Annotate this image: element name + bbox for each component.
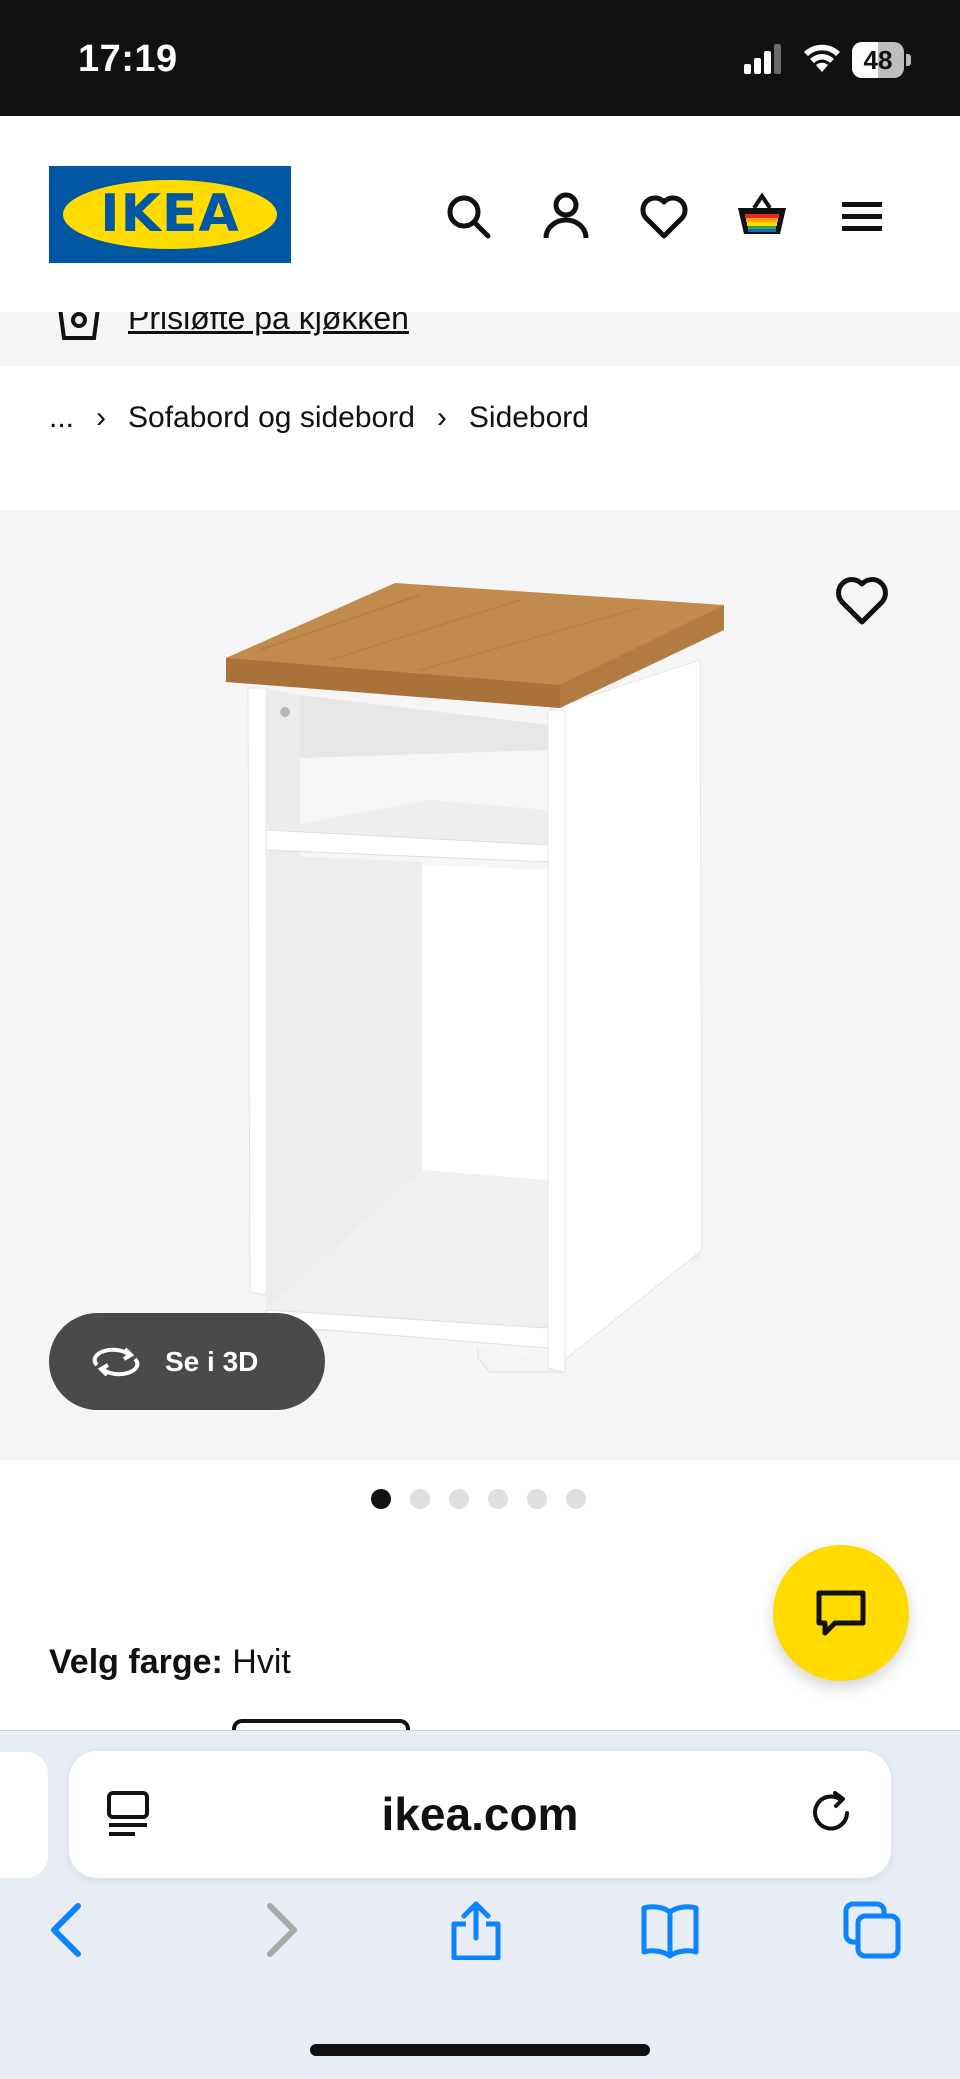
address-bar[interactable]: ikea.com xyxy=(69,1751,891,1878)
image-dot-1[interactable] xyxy=(371,1489,391,1509)
add-to-wishlist-heart-icon[interactable] xyxy=(834,572,890,628)
share-icon[interactable] xyxy=(446,1900,506,1960)
basket-icon[interactable] xyxy=(736,190,788,242)
bookmarks-icon[interactable] xyxy=(640,1900,700,1960)
color-value: Hvit xyxy=(232,1643,291,1681)
menu-icon[interactable] xyxy=(836,190,888,242)
color-label: Velg farge: xyxy=(49,1643,223,1681)
back-icon[interactable] xyxy=(40,1900,100,1960)
image-dot-2[interactable] xyxy=(410,1489,430,1509)
previous-tab-peek[interactable] xyxy=(0,1752,48,1878)
price-promise-icon xyxy=(58,312,100,340)
battery-icon: 48 xyxy=(852,42,912,78)
promo-strip[interactable]: Prisløfte på kjøkken xyxy=(0,312,960,366)
rotate-3d-icon xyxy=(92,1347,140,1376)
breadcrumb-item-sidebord[interactable]: Sidebord xyxy=(469,401,589,435)
ikea-logo[interactable]: IKEA xyxy=(49,166,291,263)
image-dot-4[interactable] xyxy=(488,1489,508,1509)
forward-icon[interactable] xyxy=(248,1900,308,1960)
logo-text: IKEA xyxy=(100,184,240,244)
reload-icon[interactable] xyxy=(805,1787,857,1839)
image-dot-3[interactable] xyxy=(449,1489,469,1509)
search-icon[interactable] xyxy=(442,190,494,242)
chevron-right-icon: › xyxy=(96,401,107,434)
url-text: ikea.com xyxy=(381,1788,579,1840)
heart-icon[interactable] xyxy=(638,190,690,242)
cellular-signal-icon xyxy=(744,44,781,74)
chevron-right-icon: › xyxy=(436,401,447,434)
image-pagination xyxy=(371,1489,586,1509)
battery-level: 48 xyxy=(863,45,893,75)
breadcrumb-ellipsis[interactable]: ... xyxy=(49,401,74,435)
image-dot-6[interactable] xyxy=(566,1489,586,1509)
account-icon[interactable] xyxy=(540,190,592,242)
see-in-3d-label: Se i 3D xyxy=(165,1345,259,1377)
promo-link[interactable]: Prisløfte på kjøkken xyxy=(128,312,409,337)
home-indicator xyxy=(310,2044,650,2056)
color-selector: Velg farge: Hvit xyxy=(49,1643,291,1682)
see-in-3d-button[interactable]: Se i 3D xyxy=(49,1313,325,1410)
chat-button[interactable] xyxy=(773,1545,909,1681)
chat-bubble-icon xyxy=(816,1590,866,1636)
wifi-icon xyxy=(804,44,840,72)
status-bar: 17:19 48 xyxy=(0,0,960,116)
tabs-icon[interactable] xyxy=(842,1900,902,1960)
image-dot-5[interactable] xyxy=(527,1489,547,1509)
status-time: 17:19 xyxy=(78,38,178,80)
breadcrumb-item-sofabord[interactable]: Sofabord og sidebord xyxy=(128,401,415,435)
breadcrumb: ... › Sofabord og sidebord › Sidebord xyxy=(49,396,589,440)
